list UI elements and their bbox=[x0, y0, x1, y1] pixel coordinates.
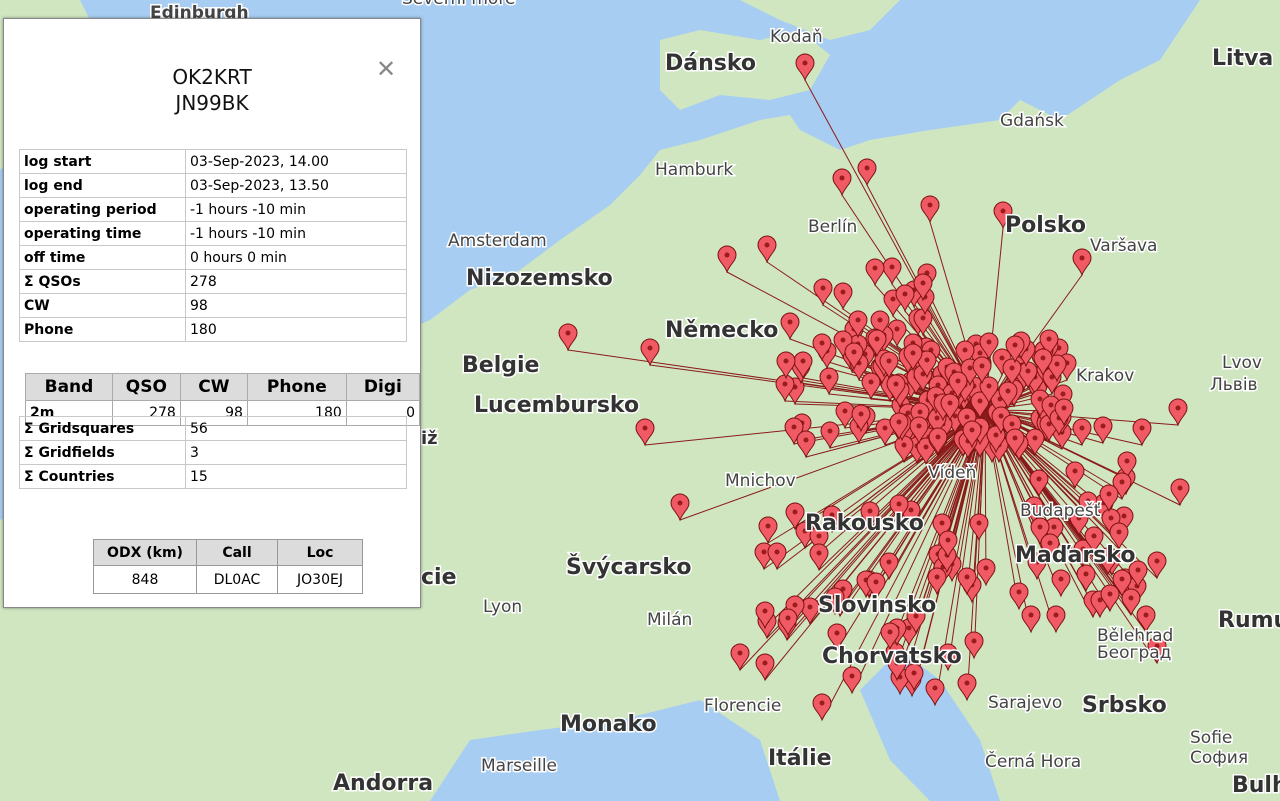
label-city: Varšava bbox=[1090, 236, 1157, 256]
label-country: Monako bbox=[560, 712, 657, 737]
stats-row: off time 0 hours 0 min bbox=[19, 245, 407, 270]
label-city: Београд bbox=[1097, 643, 1171, 663]
locator: JN99BK bbox=[175, 91, 249, 115]
stats-row: log start 03-Sep-2023, 14.00 bbox=[19, 149, 407, 174]
stats-key: Σ Countries bbox=[19, 464, 186, 489]
label-country: Andorra bbox=[333, 771, 433, 796]
stats-key: Phone bbox=[19, 317, 186, 342]
stats-key: log start bbox=[19, 149, 186, 174]
band-header: Digi bbox=[345, 373, 421, 401]
band-header: QSO bbox=[111, 373, 181, 401]
band-header: CW bbox=[179, 373, 248, 401]
label-country: Maďarsko bbox=[1015, 543, 1135, 568]
stats-value: -1 hours -10 min bbox=[185, 221, 407, 246]
label-country: Polsko bbox=[1005, 213, 1086, 238]
stats-row: Σ Countries 15 bbox=[19, 464, 407, 489]
odx-cell: 848 bbox=[93, 565, 197, 594]
label-country: Bulh bbox=[1232, 773, 1280, 798]
stats-key: CW bbox=[19, 293, 186, 318]
label-country: Lucembursko bbox=[474, 393, 639, 418]
stats-value: 03-Sep-2023, 14.00 bbox=[185, 149, 407, 174]
label-country-partial: cie bbox=[421, 565, 457, 590]
label-country: Chorvatsko bbox=[822, 644, 962, 669]
label-city: София bbox=[1190, 748, 1248, 768]
label-city: Amsterdam bbox=[448, 231, 547, 251]
label-city: Mnichov bbox=[725, 471, 796, 491]
stats-row: Phone 180 bbox=[19, 317, 407, 342]
label-city: Milán bbox=[647, 610, 692, 630]
stats-row: Σ Gridsquares 56 bbox=[19, 416, 407, 441]
label-country: Německo bbox=[665, 318, 778, 343]
label-country: Litva bbox=[1212, 46, 1273, 71]
stats-key: log end bbox=[19, 173, 186, 198]
stats-row: Σ Gridfields 3 bbox=[19, 440, 407, 465]
stats-value: 278 bbox=[185, 269, 407, 294]
odx-header: Loc bbox=[277, 539, 363, 566]
label-sea: Severní moře bbox=[402, 0, 515, 9]
stats-row: Σ QSOs 278 bbox=[19, 269, 407, 294]
stats-row: operating period -1 hours -10 min bbox=[19, 197, 407, 222]
label-city: Lvov bbox=[1222, 353, 1262, 373]
stats-key: operating period bbox=[19, 197, 186, 222]
stats-value: 56 bbox=[185, 416, 407, 441]
label-city: Marseille bbox=[481, 756, 557, 776]
stats-key: operating time bbox=[19, 221, 186, 246]
stats-key: Σ Gridsquares bbox=[19, 416, 186, 441]
label-country: Nizozemsko bbox=[466, 266, 613, 291]
band-header: Band bbox=[25, 373, 113, 401]
label-city: Hamburk bbox=[655, 160, 733, 180]
label-city: Florencie bbox=[704, 696, 781, 716]
label-city: Lyon bbox=[483, 597, 522, 617]
grid-stats-table: Σ Gridsquares 56 Σ Gridfields 3 Σ Countries 1… bbox=[19, 416, 407, 489]
log-stats-table: log start 03-Sep-2023, 14.00 log end 03-Sep… bbox=[19, 149, 407, 342]
stats-value: -1 hours -10 min bbox=[185, 197, 407, 222]
stats-row: operating time -1 hours -10 min bbox=[19, 221, 407, 246]
stats-value: 0 hours 0 min bbox=[185, 245, 407, 270]
label-city: Sarajevo bbox=[988, 693, 1062, 713]
stats-key: off time bbox=[19, 245, 186, 270]
odx-cell: JO30EJ bbox=[277, 565, 363, 594]
label-country: Rumu bbox=[1218, 608, 1280, 633]
label-country: Belgie bbox=[462, 353, 539, 378]
stats-key: Σ Gridfields bbox=[19, 440, 186, 465]
label-city: Černá Hora bbox=[985, 750, 1081, 772]
label-country: Rakousko bbox=[805, 511, 924, 536]
odx-header: Call bbox=[196, 539, 278, 566]
stats-value: 180 bbox=[185, 317, 407, 342]
label-city: Kodaň bbox=[770, 27, 823, 47]
label-country: Švýcarsko bbox=[566, 554, 692, 580]
label-country: Dánsko bbox=[665, 51, 756, 76]
label-country-partial: iž bbox=[421, 428, 438, 449]
stats-key: Σ QSOs bbox=[19, 269, 186, 294]
callsign: OK2KRT bbox=[172, 65, 252, 89]
odx-table: ODX (km) Call Loc 848 DL0AC JO30EJ bbox=[93, 539, 363, 594]
stats-value: 15 bbox=[185, 464, 407, 489]
stats-row: log end 03-Sep-2023, 13.50 bbox=[19, 173, 407, 198]
stats-value: 03-Sep-2023, 13.50 bbox=[185, 173, 407, 198]
label-city: Krakov bbox=[1076, 366, 1134, 386]
label-city: Budapešť bbox=[1020, 501, 1101, 521]
label-city: Gdańsk bbox=[1000, 111, 1064, 131]
label-country: Itálie bbox=[768, 746, 832, 771]
stats-row: CW 98 bbox=[19, 293, 407, 318]
stats-value: 3 bbox=[185, 440, 407, 465]
label-city: Львів bbox=[1210, 375, 1258, 395]
label-country: Slovinsko bbox=[818, 593, 936, 618]
label-city: Vídeň bbox=[928, 463, 976, 483]
label-city: Sofie bbox=[1190, 728, 1232, 748]
label-country: Srbsko bbox=[1082, 693, 1167, 718]
station-info-panel: ✕ OK2KRT JN99BK log start 03-Sep-2023, 14… bbox=[3, 18, 421, 608]
band-header: Phone bbox=[246, 373, 347, 401]
stats-value: 98 bbox=[185, 293, 407, 318]
label-city: Berlín bbox=[808, 217, 857, 237]
odx-cell: DL0AC bbox=[196, 565, 278, 594]
odx-header: ODX (km) bbox=[93, 539, 197, 566]
